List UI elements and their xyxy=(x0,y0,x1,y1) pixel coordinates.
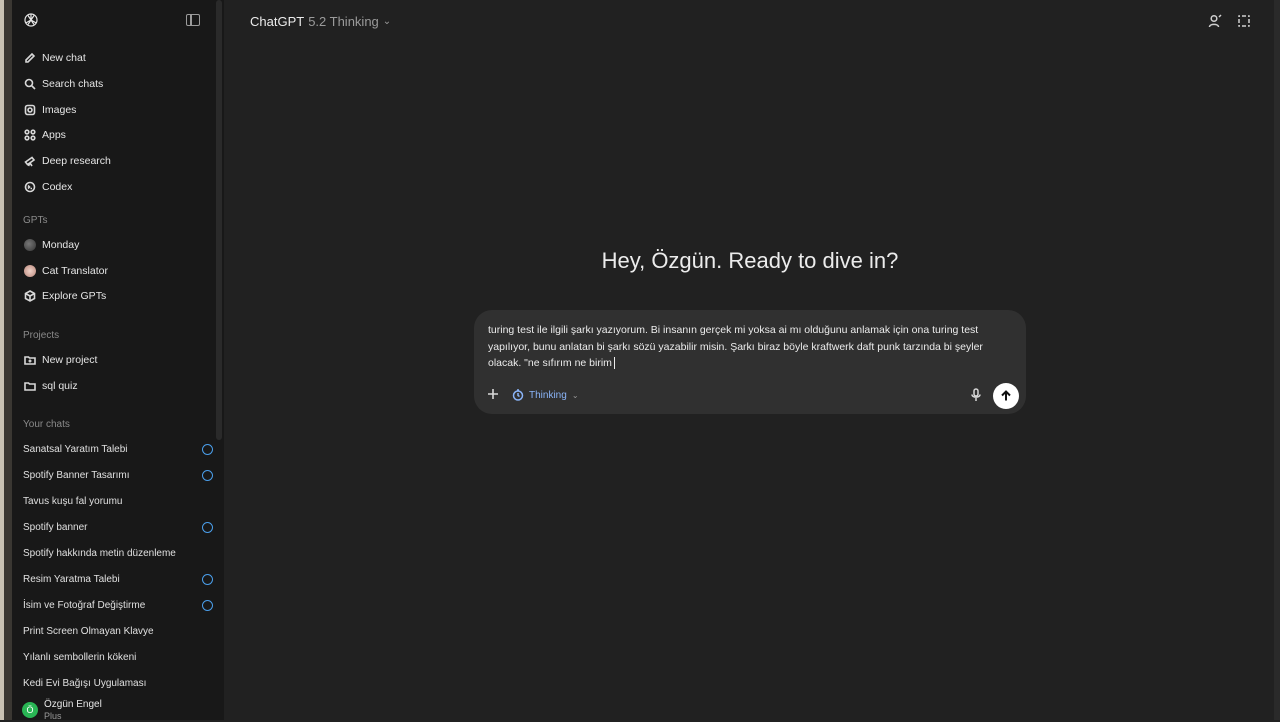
sidebar-item-apps[interactable]: Apps xyxy=(24,124,66,146)
chat-item-label: İsim ve Fotoğraf Değiştirme xyxy=(23,599,146,611)
sidebar-item-label: sql quiz xyxy=(42,380,78,392)
share-person-icon[interactable] xyxy=(1208,14,1222,28)
right-edge-window xyxy=(1274,0,1280,720)
chatgpt-logo-icon[interactable] xyxy=(22,11,40,29)
section-label-your-chats: Your chats xyxy=(23,419,70,430)
user-profile[interactable]: Ö Özgün Engel Plus xyxy=(22,698,102,722)
cube-icon xyxy=(24,290,36,302)
send-button[interactable] xyxy=(993,383,1019,409)
chat-item[interactable]: İsim ve Fotoğraf Değiştirme xyxy=(23,594,213,616)
sidebar-item-explore-gpts[interactable]: Explore GPTs xyxy=(24,285,106,307)
section-label-gpts: GPTs xyxy=(23,215,48,226)
running-indicator-icon xyxy=(202,573,213,585)
sidebar-scrollbar[interactable] xyxy=(216,0,222,440)
chat-item-label: Spotify banner xyxy=(23,521,88,533)
telescope-icon xyxy=(24,155,36,167)
add-attachment-button[interactable] xyxy=(486,387,500,401)
chat-item-label: Spotify hakkında metin düzenleme xyxy=(23,547,176,559)
sidebar-item-deep-research[interactable]: Deep research xyxy=(24,150,111,172)
user-plan: Plus xyxy=(44,711,62,721)
sidebar-item-codex[interactable]: Codex xyxy=(24,176,72,198)
apps-icon xyxy=(24,129,36,141)
search-icon xyxy=(24,78,36,90)
prompt-text: turing test ile ilgili şarkı yazıyorum. … xyxy=(488,324,983,369)
chat-item-label: Print Screen Olmayan Klavye xyxy=(23,625,154,637)
sidebar-item-images[interactable]: Images xyxy=(24,99,76,121)
sidebar-item-label: New chat xyxy=(42,52,86,64)
timer-icon xyxy=(512,389,524,401)
new-folder-icon xyxy=(24,354,36,366)
chat-item-label: Yılanlı sembollerin kökeni xyxy=(23,651,137,663)
sidebar-item-label: Search chats xyxy=(42,78,104,90)
user-name: Özgün Engel xyxy=(44,699,102,710)
sidebar-item-label: Images xyxy=(42,104,77,116)
chat-item-label: Sanatsal Yaratım Talebi xyxy=(23,443,128,455)
avatar: Ö xyxy=(22,702,38,718)
sidebar-toggle-icon[interactable] xyxy=(186,14,200,26)
sidebar-item-label: New project xyxy=(42,354,98,366)
running-indicator-icon xyxy=(202,443,213,455)
folder-icon xyxy=(24,380,36,392)
model-name: 5.2 Thinking xyxy=(308,14,379,29)
sidebar-item-new-chat[interactable]: New chat xyxy=(24,47,86,69)
left-edge-window xyxy=(0,0,12,720)
chat-item[interactable]: Spotify banner xyxy=(23,516,213,538)
chevron-down-icon: ⌄ xyxy=(382,16,392,27)
sidebar-item-new-project[interactable]: New project xyxy=(24,349,97,371)
model-selector[interactable]: ChatGPT 5.2 Thinking ⌄ xyxy=(250,14,391,29)
greeting-heading: Hey, Özgün. Ready to dive in? xyxy=(601,248,899,273)
microphone-icon xyxy=(971,388,981,401)
plus-icon xyxy=(488,389,498,399)
product-name: ChatGPT xyxy=(250,14,305,29)
chat-item[interactable]: Print Screen Olmayan Klavye xyxy=(23,620,213,642)
sidebar-item-label: Codex xyxy=(42,181,73,193)
sidebar-item-label: Explore GPTs xyxy=(42,290,107,302)
section-label-projects: Projects xyxy=(23,330,60,341)
cat-avatar-icon xyxy=(24,265,36,277)
sidebar-item-label: Apps xyxy=(42,129,66,141)
codex-icon xyxy=(24,181,36,193)
sidebar-item-label: Cat Translator xyxy=(42,265,108,277)
running-indicator-icon xyxy=(202,521,213,533)
sidebar-item-gpt-cat-translator[interactable]: Cat Translator xyxy=(24,260,108,282)
chat-item-label: Kedi Evi Bağışı Uygulaması xyxy=(23,677,147,689)
chat-item-label: Tavus kuşu fal yorumu xyxy=(23,495,123,507)
chat-item[interactable]: Spotify Banner Tasarımı xyxy=(23,464,213,486)
message-composer[interactable]: turing test ile ilgili şarkı yazıyorum. … xyxy=(474,310,1026,414)
chevron-down-icon: ⌄ xyxy=(571,390,579,400)
thinking-mode-label: Thinking xyxy=(529,389,567,401)
sidebar-item-gpt-monday[interactable]: Monday xyxy=(24,234,79,256)
prompt-textarea[interactable]: turing test ile ilgili şarkı yazıyorum. … xyxy=(488,322,1012,372)
chat-item-label: Resim Yaratma Talebi xyxy=(23,573,120,585)
microphone-button[interactable] xyxy=(970,388,982,402)
text-caret xyxy=(613,357,615,370)
running-indicator-icon xyxy=(202,469,213,481)
sidebar-item-label: Monday xyxy=(42,239,80,251)
sidebar-item-sql-quiz[interactable]: sql quiz xyxy=(24,375,78,397)
chat-item[interactable]: Kedi Evi Bağışı Uygulaması xyxy=(23,672,213,694)
thinking-mode-button[interactable]: Thinking ⌄ xyxy=(512,387,579,403)
chat-item[interactable]: Tavus kuşu fal yorumu xyxy=(23,490,213,512)
sidebar: New chat Search chats Images Apps Deep r… xyxy=(12,0,224,722)
chat-item[interactable]: Sanatsal Yaratım Talebi xyxy=(23,438,213,460)
chat-item[interactable]: Spotify hakkında metin düzenleme xyxy=(23,542,213,564)
edit-icon xyxy=(24,52,36,64)
chat-item[interactable]: Resim Yaratma Talebi xyxy=(23,568,213,590)
sidebar-item-label: Deep research xyxy=(42,155,111,167)
running-indicator-icon xyxy=(202,599,213,611)
chat-item[interactable]: Yılanlı sembollerin kökeni xyxy=(23,646,213,668)
arrow-up-icon xyxy=(1001,390,1011,401)
image-icon xyxy=(24,104,36,116)
chat-item-label: Spotify Banner Tasarımı xyxy=(23,469,130,481)
sidebar-item-search-chats[interactable]: Search chats xyxy=(24,73,103,95)
temporary-chat-icon[interactable] xyxy=(1237,14,1251,28)
monday-avatar-icon xyxy=(24,239,36,251)
